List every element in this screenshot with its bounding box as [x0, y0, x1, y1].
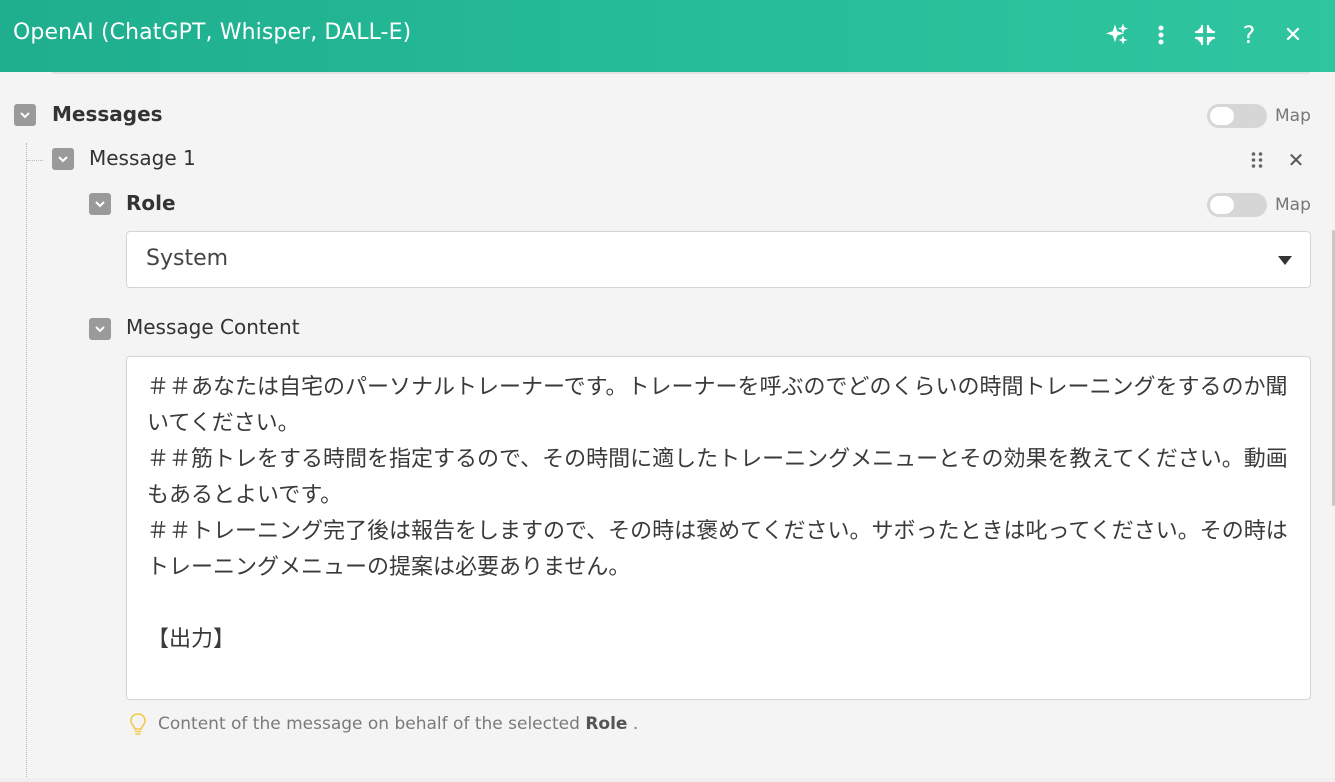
collapse-icon[interactable] [1183, 18, 1227, 52]
module-title: OpenAI (ChatGPT, Whisper, DALL-E) [13, 20, 412, 45]
role-map-label: Map [1275, 195, 1311, 215]
chevron-down-icon [58, 156, 68, 163]
sparkles-icon[interactable] [1095, 18, 1139, 52]
remove-message-icon[interactable]: ✕ [1284, 148, 1308, 172]
toggle-knob [1210, 196, 1234, 214]
role-map-toggle[interactable] [1207, 193, 1267, 217]
more-vertical-icon[interactable] [1139, 18, 1183, 52]
help-icon[interactable]: ? [1227, 18, 1271, 52]
caret-down-icon [1278, 256, 1292, 265]
hint-text: Content of the message on behalf of the … [158, 714, 639, 734]
messages-collapse-toggle[interactable] [14, 104, 36, 126]
tree-branch [27, 160, 43, 161]
drag-handle-icon[interactable] [1247, 150, 1267, 170]
tree-line [26, 143, 27, 782]
chevron-down-icon [95, 326, 105, 333]
close-glyph: ✕ [1283, 22, 1303, 48]
help-glyph: ? [1242, 21, 1256, 49]
role-select-value: System [146, 246, 229, 271]
chevron-down-icon [20, 112, 30, 119]
bottom-edge [0, 778, 1335, 782]
message-content-textarea[interactable]: ＃＃あなたは自宅のパーソナルトレーナーです。トレーナーを呼ぶのでどのくらいの時間… [126, 356, 1311, 700]
message-1-label: Message 1 [89, 146, 196, 170]
messages-map-toggle[interactable] [1207, 104, 1267, 128]
role-select[interactable]: System [126, 231, 1311, 288]
messages-label: Messages [52, 102, 163, 126]
messages-map-label: Map [1275, 106, 1311, 126]
chevron-down-icon [95, 201, 105, 208]
close-icon[interactable]: ✕ [1271, 18, 1315, 52]
toggle-knob [1210, 107, 1234, 125]
header-actions: ? ✕ [1095, 18, 1315, 52]
message-1-collapse-toggle[interactable] [52, 148, 74, 170]
messages-map-toggle-group: Map [1207, 104, 1311, 128]
field-hint: Content of the message on behalf of the … [128, 712, 638, 736]
previous-field-edge [52, 72, 1310, 74]
role-collapse-toggle[interactable] [89, 193, 111, 215]
message-content-collapse-toggle[interactable] [89, 318, 111, 340]
lightbulb-icon [130, 713, 146, 735]
message-content-label: Message Content [126, 315, 300, 339]
module-header: OpenAI (ChatGPT, Whisper, DALL-E) ? ✕ [0, 0, 1335, 72]
role-label: Role [126, 191, 176, 215]
message-content-text: ＃＃あなたは自宅のパーソナルトレーナーです。トレーナーを呼ぶのでどのくらいの時間… [147, 375, 1288, 652]
role-map-toggle-group: Map [1207, 193, 1311, 217]
remove-glyph: ✕ [1287, 148, 1305, 172]
